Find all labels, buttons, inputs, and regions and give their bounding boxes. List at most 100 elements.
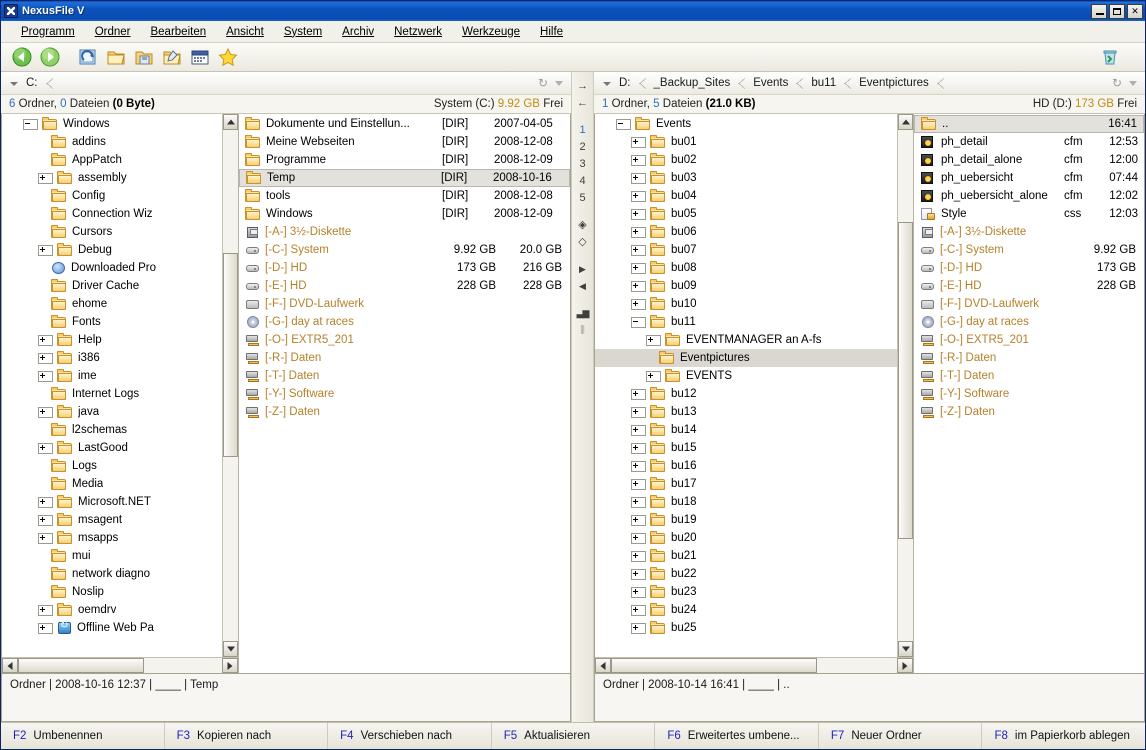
expand-toggle[interactable] xyxy=(631,478,646,490)
file-row[interactable]: Style css 12:03 xyxy=(914,205,1144,223)
tree-row[interactable]: bu05 xyxy=(595,205,897,223)
expand-toggle[interactable] xyxy=(631,406,646,418)
right-folder-tree[interactable]: Events bu01 bu02 bu03 bu04 bu05 bu06 bu07 bu08 bu… xyxy=(595,114,914,673)
collapse-toggle[interactable] xyxy=(23,118,38,130)
file-row[interactable]: [-O-] EXTR5_201 xyxy=(914,331,1144,349)
drive-caret-icon[interactable] xyxy=(602,78,612,88)
tree-row[interactable]: l2schemas xyxy=(2,421,222,439)
scroll-thumb[interactable] xyxy=(223,252,238,458)
tree-row[interactable]: addins xyxy=(2,133,222,151)
left-tree-rows[interactable]: Windows addins AppPatch assembly Config Conne… xyxy=(2,114,222,657)
tree-row[interactable]: bu11 xyxy=(595,313,897,331)
expand-toggle[interactable] xyxy=(38,496,53,508)
tree-row[interactable]: mui xyxy=(2,547,222,565)
tree-row[interactable]: oemdrv xyxy=(2,601,222,619)
breadcrumb-item[interactable]: Events xyxy=(751,72,809,94)
file-row[interactable]: Meine Webseiten [DIR] 2008-12-08 xyxy=(239,133,570,151)
tree-row[interactable]: bu18 xyxy=(595,493,897,511)
expand-toggle[interactable] xyxy=(631,514,646,526)
tree-row[interactable]: Offline Web Pa xyxy=(2,619,222,637)
file-row[interactable]: [-F-] DVD-Laufwerk xyxy=(914,295,1144,313)
expand-toggle[interactable] xyxy=(38,604,53,616)
tree-row[interactable]: bu10 xyxy=(595,295,897,313)
expand-toggle[interactable] xyxy=(631,190,646,202)
folder-save-icon[interactable] xyxy=(133,46,155,68)
expand-toggle[interactable] xyxy=(38,172,53,184)
tree-row[interactable]: Driver Cache xyxy=(2,277,222,295)
drive-caret-icon[interactable] xyxy=(9,78,19,88)
file-row[interactable]: [-F-] DVD-Laufwerk xyxy=(239,295,570,313)
file-row[interactable]: ph_uebersicht cfm 07:44 xyxy=(914,169,1144,187)
file-row[interactable]: [-D-] HD 173 GB 216 GB xyxy=(239,259,570,277)
tree-row[interactable]: Help xyxy=(2,331,222,349)
tree-row[interactable]: Debug xyxy=(2,241,222,259)
expand-toggle[interactable] xyxy=(631,622,646,634)
recycle-bin-icon[interactable] xyxy=(1099,46,1121,68)
menu-ansicht[interactable]: Ansicht xyxy=(216,24,274,40)
file-row[interactable]: [-G-] day at races xyxy=(914,313,1144,331)
tree-row[interactable]: assembly xyxy=(2,169,222,187)
expand-toggle[interactable] xyxy=(38,352,53,364)
expand-toggle[interactable] xyxy=(38,244,53,256)
tree-row[interactable]: AppPatch xyxy=(2,151,222,169)
chevron-down-icon[interactable] xyxy=(551,75,567,91)
expand-toggle[interactable] xyxy=(631,604,646,616)
tree-row[interactable]: bu16 xyxy=(595,457,897,475)
scroll-down-button[interactable] xyxy=(223,641,238,657)
expand-toggle[interactable] xyxy=(631,568,646,580)
tree-row[interactable]: msapps xyxy=(2,529,222,547)
left-file-rows[interactable]: Dokumente und Einstellun... [DIR] 2007-04-… xyxy=(239,114,570,673)
tree-row[interactable]: bu15 xyxy=(595,439,897,457)
expand-toggle[interactable] xyxy=(631,262,646,274)
sync-outline-icon[interactable]: ◇ xyxy=(574,234,592,251)
expand-toggle[interactable] xyxy=(631,586,646,598)
tree-row[interactable]: msagent xyxy=(2,511,222,529)
file-row[interactable]: ph_detail cfm 12:53 xyxy=(914,133,1144,151)
tree-row[interactable]: bu14 xyxy=(595,421,897,439)
minimize-button[interactable] xyxy=(1091,3,1107,19)
expand-toggle[interactable] xyxy=(631,136,646,148)
expand-toggle[interactable] xyxy=(631,280,646,292)
menu-programm[interactable]: Programm xyxy=(11,24,85,40)
tree-row[interactable]: Logs xyxy=(2,457,222,475)
calendar-icon[interactable] xyxy=(189,46,211,68)
left-tree-vscrollbar[interactable] xyxy=(222,114,238,657)
tree-row[interactable]: Cursors xyxy=(2,223,222,241)
tree-row[interactable]: bu07 xyxy=(595,241,897,259)
favorites-star-icon[interactable] xyxy=(217,46,239,68)
scroll-thumb[interactable] xyxy=(898,221,913,539)
tree-row[interactable]: EVENTS xyxy=(595,367,897,385)
file-row[interactable]: ph_detail_alone cfm 12:00 xyxy=(914,151,1144,169)
file-row[interactable]: [-A-] 3½-Diskette xyxy=(239,223,570,241)
tree-row[interactable]: ehome xyxy=(2,295,222,313)
file-row[interactable]: [-C-] System 9.92 GB xyxy=(914,241,1144,259)
expand-toggle[interactable] xyxy=(38,532,53,544)
collapse-toggle[interactable] xyxy=(631,316,646,328)
fn-f7[interactable]: F7 Neuer Ordner xyxy=(819,723,983,749)
scroll-up-button[interactable] xyxy=(898,114,913,130)
file-row[interactable]: [-Z-] Daten xyxy=(914,403,1144,421)
tree-row[interactable]: bu21 xyxy=(595,547,897,565)
tree-row[interactable]: bu13 xyxy=(595,403,897,421)
expand-toggle[interactable] xyxy=(646,334,661,346)
fn-f2[interactable]: F2 Umbenennen xyxy=(1,723,165,749)
tree-row[interactable]: bu19 xyxy=(595,511,897,529)
file-row[interactable]: [-D-] HD 173 GB xyxy=(914,259,1144,277)
sync-filled-icon[interactable]: ◈ xyxy=(574,217,592,234)
scroll-up-button[interactable] xyxy=(223,114,238,130)
tree-row[interactable]: Downloaded Pro xyxy=(2,259,222,277)
folder-edit-icon[interactable] xyxy=(161,46,183,68)
file-row[interactable]: tools [DIR] 2008-12-08 xyxy=(239,187,570,205)
expand-toggle[interactable] xyxy=(631,550,646,562)
tree-row[interactable]: LastGood xyxy=(2,439,222,457)
expand-toggle[interactable] xyxy=(631,226,646,238)
breadcrumb-item[interactable]: D: xyxy=(617,72,652,94)
expand-toggle[interactable] xyxy=(631,208,646,220)
tree-row[interactable]: java xyxy=(2,403,222,421)
expand-toggle[interactable] xyxy=(631,388,646,400)
tree-row[interactable]: bu01 xyxy=(595,133,897,151)
tree-row[interactable]: Config xyxy=(2,187,222,205)
menu-werkzeuge[interactable]: Werkzeuge xyxy=(452,24,530,40)
tree-row[interactable]: bu20 xyxy=(595,529,897,547)
expand-toggle[interactable] xyxy=(631,424,646,436)
